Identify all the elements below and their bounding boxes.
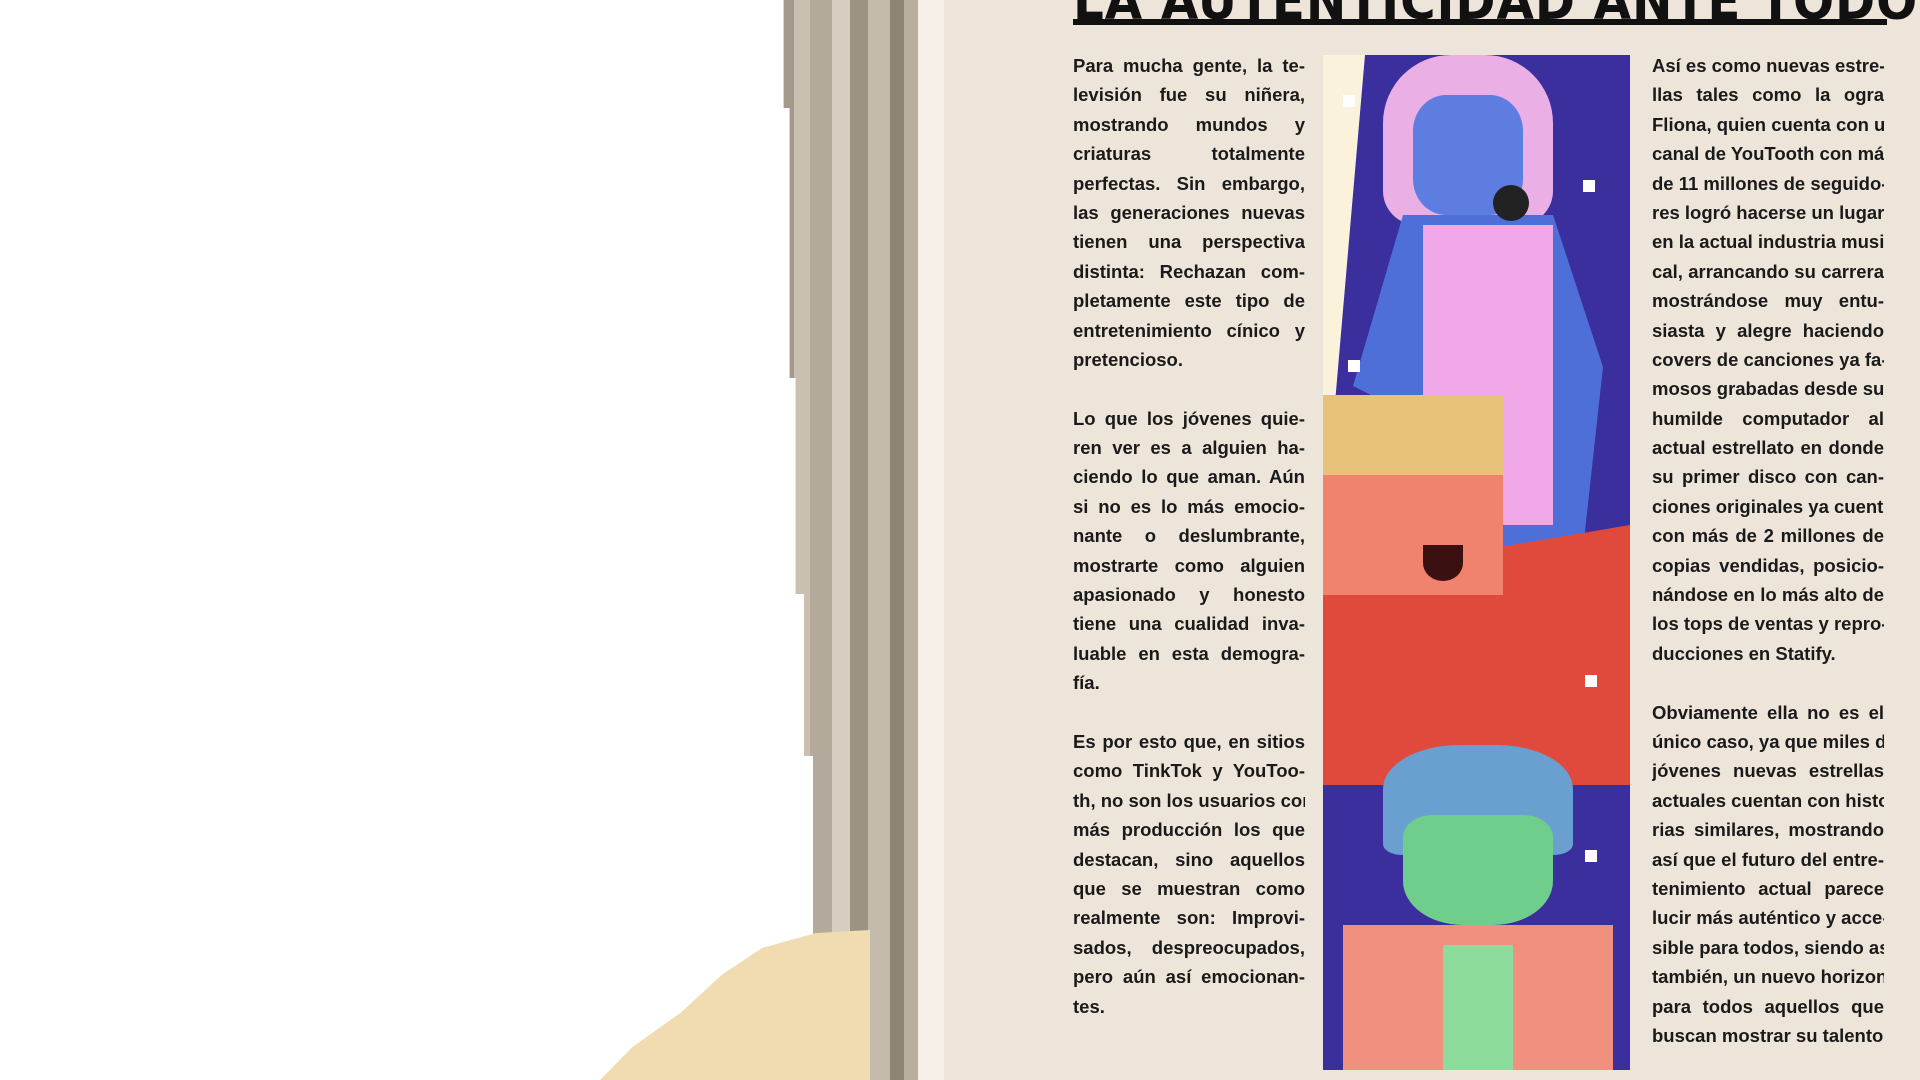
text-line: así que el futuro del entre- [1652,848,1884,870]
text-line: Obviamente ella no es el [1652,701,1884,723]
text-line: sados, despreocupados, [1073,936,1305,958]
text-line: rias similares, mostrando [1652,819,1884,841]
text-line: sible para todos, siendo así [1652,936,1884,958]
text-line: nándose en lo más alto de [1652,584,1884,606]
green-hands [1443,945,1513,1070]
text-line: para todos aquellos que [1652,995,1884,1017]
paragraph: Lo que los jóvenes quie-ren ver es a alg… [1073,404,1305,698]
text-line: mostrando mundos y [1073,113,1305,135]
text-line: que se muestran como [1073,877,1305,899]
illustration [1323,55,1630,1070]
text-line: Para mucha gente, la te- [1073,55,1305,76]
text-line: también, un nuevo horizonte [1652,966,1884,988]
green-elf-face [1403,815,1553,925]
text-line: covers de canciones ya fa- [1652,348,1884,370]
text-line: nante o deslumbrante, [1073,525,1305,547]
text-line: perfectas. Sin embargo, [1073,172,1305,194]
text-line: pero aún así emocionan- [1073,966,1305,988]
text-line: tienen una perspectiva [1073,231,1305,253]
paragraph: Obviamente ella no es el único caso, ya q… [1652,698,1884,1051]
text-line: ciendo lo que aman. Aún [1073,466,1305,488]
text-line: luable en esta demogra- [1073,642,1305,664]
text-line: cal, arrancando su carrera [1652,260,1884,282]
text-line: ducciones en Statify. [1652,642,1836,664]
text-line: jóvenes nuevas estrellas [1652,760,1884,782]
text-line: Lo que los jóvenes quie- [1073,407,1305,429]
title-rule [1073,19,1887,25]
text-line: en la actual industria musi- [1652,231,1884,253]
text-line: mostrándose muy entu- [1652,290,1884,312]
text-line: buscan mostrar su talento. [1652,1024,1884,1046]
mouth [1423,545,1463,581]
page-edge [918,0,944,1080]
text-line: copias vendidas, posicio- [1652,554,1884,576]
microphone-icon [1493,185,1529,221]
text-line: destacan, sino aquellos [1073,848,1305,870]
text-line: Así es como nuevas estre- [1652,55,1884,76]
right-column: Así es como nuevas estre-llas tales como… [1652,51,1884,1080]
text-line: criaturas totalmente [1073,143,1305,165]
left-column: Para mucha gente, la te-levisión fue su … [1073,51,1305,1050]
text-line: llas tales como la ogra [1652,84,1884,106]
text-line: ciones originales ya cuentan [1652,495,1884,517]
text-line: levisión fue su niñera, [1073,84,1305,106]
text-line: los tops de ventas y repro- [1652,613,1884,635]
text-line: Es por esto que, en sitios [1073,730,1305,752]
text-line: mosos grabadas desde su [1652,378,1884,400]
sparkle-icon [1343,95,1355,107]
text-line: th, no son los usuarios con [1073,789,1305,811]
sparkle-icon [1585,675,1597,687]
paragraph: Así es como nuevas estre-llas tales como… [1652,51,1884,668]
text-line: fía. [1073,672,1100,694]
text-line: actuales cuentan con histo- [1652,789,1884,811]
text-line: pletamente este tipo de [1073,290,1305,312]
text-line: como TinkTok y YouToo- [1073,760,1305,782]
sparkle-icon [1585,850,1597,862]
article-title: LA AUTENTICIDAD ANTE TODO [1073,0,1919,32]
text-line: entretenimiento cínico y [1073,319,1305,341]
text-line: mostrarte como alguien [1073,554,1305,576]
cream-shape [600,930,870,1080]
text-line: de 11 millones de seguido- [1652,172,1884,194]
text-line: tes. [1073,995,1105,1017]
text-line: con más de 2 millones de [1652,525,1884,547]
paragraph: Es por esto que, en sitios como TinkTok y… [1073,727,1305,1021]
text-line: apasionado y honesto [1073,584,1305,606]
text-line: realmente son: Improvi- [1073,907,1305,929]
text-line: tiene una cualidad inva- [1073,613,1305,635]
text-line: Fliona, quien cuenta con un [1652,113,1884,135]
text-line: más producción los que [1073,819,1305,841]
text-line: las generaciones nuevas [1073,201,1305,223]
text-line: si no es lo más emocio- [1073,495,1305,517]
text-line: ren ver es a alguien ha- [1073,437,1305,459]
paragraph: Para mucha gente, la te-levisión fue su … [1073,51,1305,374]
text-line: humilde computador al [1652,407,1884,429]
text-line: canal de YouTooth con más [1652,143,1884,165]
text-line: pretencioso. [1073,348,1183,370]
text-line: único caso, ya que miles de [1652,730,1884,752]
text-line: distinta: Rechazan com- [1073,260,1305,282]
sparkle-icon [1583,180,1595,192]
sparkle-icon [1348,360,1360,372]
boy-face [1323,475,1503,595]
text-line: tenimiento actual parece [1652,877,1884,899]
text-line: res logró hacerse un lugar [1652,201,1884,223]
text-line: siasta y alegre haciendo [1652,319,1884,341]
text-line: actual estrellato en donde [1652,437,1884,459]
text-line: lucir más auténtico y acce- [1652,907,1884,929]
text-line: su primer disco con can- [1652,466,1884,488]
